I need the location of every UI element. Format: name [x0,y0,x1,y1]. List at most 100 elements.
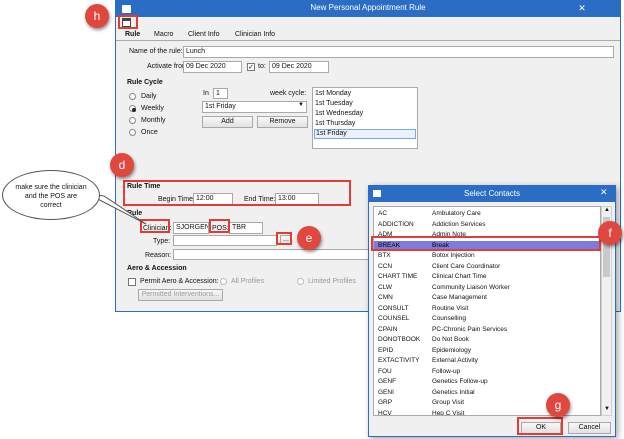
list-item[interactable]: 1st Monday [315,90,351,97]
marker-h: h [85,4,109,28]
limited-profiles-label: Limited Profiles [308,278,356,285]
contact-code: DONOTBOOK [378,336,421,343]
remove-button[interactable]: Remove [257,116,308,128]
contact-code: GENF [378,378,397,385]
table-row[interactable]: COUNSEL Counselling [374,314,600,325]
contact-code: AC [378,210,388,217]
list-item[interactable]: 1st Wednesday [315,110,363,117]
table-row[interactable]: AC Ambulatory Care [374,209,600,220]
pos-field[interactable]: TBR [229,222,263,234]
radio-once[interactable] [129,129,136,136]
contact-code: CMN [378,294,393,301]
radio-monthly[interactable] [129,117,136,124]
rule-time-highlight-box [123,180,351,206]
add-button[interactable]: Add [202,116,253,128]
contact-code: COUNSEL [378,315,410,322]
reason-field[interactable] [173,249,371,260]
week-cycle-field[interactable]: 1 [213,88,228,99]
to-date-field[interactable]: 09 Dec 2020 [269,61,329,73]
table-row[interactable]: CONSULT Routine Visit [374,304,600,315]
pos-highlight-box [209,219,230,233]
contact-name: Genetics Initial [432,388,475,396]
permit-aero-checkbox[interactable] [128,278,136,286]
contact-code: EPID [378,346,394,354]
list-item[interactable]: 1st Thursday [315,120,355,127]
close-icon[interactable]: ✕ [600,187,608,198]
table-row[interactable]: FOU Follow-up [374,367,600,378]
contact-name: Genetics Follow-up [432,378,488,385]
contact-code: EXTACTIVITY [378,357,420,364]
tab-rule[interactable]: Rule [125,31,140,38]
table-row[interactable]: GENF Genetics Follow-up [374,377,600,388]
permitted-interventions-button[interactable]: Permitted Interventions... [138,289,223,301]
marker-f: f [598,221,622,245]
cancel-button[interactable]: Cancel [568,422,611,434]
scroll-down-icon[interactable]: ▼ [604,406,610,412]
contact-code: CONSULT [378,304,409,312]
table-row[interactable]: CHART TIME Clinical Chart Time [374,272,600,283]
radio-daily[interactable] [129,93,136,100]
callout-text: make sure the clinician and the POS are … [15,184,87,209]
clinician-field[interactable]: SJORGEN [173,222,209,234]
tab-client-info[interactable]: Client Info [188,31,220,38]
contact-code: CLW [378,283,392,291]
chevron-down-icon[interactable]: ▼ [298,102,304,108]
radio-daily-label: Daily [141,93,157,100]
table-row[interactable]: ADDICTION Addiction Services [374,220,600,231]
to-label: to: [258,63,266,70]
table-row[interactable]: DONOTBOOK Do Not Book [374,335,600,346]
all-profiles-label: All Profiles [231,278,265,285]
table-row[interactable]: BTX Botox Injection [374,251,600,262]
contact-name: Follow-up [432,367,461,375]
contact-name: Epidemiology [432,346,472,354]
ok-highlight-box [517,417,563,435]
list-item[interactable]: 1st Tuesday [315,100,353,107]
break-row-highlight-box [371,236,601,251]
from-date-field[interactable]: 09 Dec 2020 [183,61,242,73]
contact-code: CHART TIME [378,273,418,280]
rule-cycle-heading: Rule Cycle [127,79,163,86]
rule-name-field[interactable]: Lunch [183,46,614,58]
toolbar [116,17,620,29]
contact-name: Do Not Book [432,336,469,343]
list-item-selected[interactable]: 1st Friday [314,129,416,139]
contact-name: Counselling [432,315,466,322]
radio-weekly-label: Weekly [141,105,164,112]
day-select[interactable]: 1st Friday [202,101,307,113]
tab-bar: Rule Macro Client Info Clinician Info [116,29,620,41]
table-row[interactable]: CCN Client Care Coordinator [374,262,600,273]
rule-name-label: Name of the rule: [129,48,183,55]
close-icon[interactable]: ✕ [576,1,588,15]
cycle-list[interactable]: 1st Monday 1st Tuesday 1st Wednesday 1st… [312,87,418,149]
tab-macro[interactable]: Macro [154,31,173,38]
week-cycle-label: week cycle: [270,90,307,97]
scroll-up-icon[interactable]: ▲ [604,207,610,213]
contact-code: CCN [378,262,393,270]
save-highlight-box [118,15,138,29]
select-contacts-dialog: Select Contacts ✕ AC Ambulatory Care ADDIC… [368,185,616,437]
tab-clinician-info[interactable]: Clinician Info [235,31,275,38]
contact-name: Community Liaison Worker [432,283,510,291]
contact-code: BTX [378,252,391,259]
table-row[interactable]: CPAIN PC-Chronic Pain Services [374,325,600,336]
contact-name: Case Management [432,294,487,301]
table-row[interactable]: CMN Case Management [374,293,600,304]
table-row[interactable]: CLW Community Liaison Worker [374,283,600,294]
type-label: Type: [153,238,171,245]
contact-name: Clinical Chart Time [432,273,487,280]
radio-weekly[interactable] [129,105,136,112]
to-date-checkbox[interactable]: ✓ [247,63,255,71]
contact-name: External Activity [432,357,478,364]
permit-aero-label: Permit Aero & Accession: [140,278,219,285]
callout-note: make sure the clinician and the POS are … [2,170,100,220]
type-field[interactable] [173,235,277,246]
marker-e: e [297,226,321,250]
table-row[interactable]: EXTACTIVITY External Activity [374,356,600,367]
contact-code: CPAIN [378,325,398,333]
contact-name: Botox Injection [432,252,475,259]
contact-name: Addiction Services [432,220,486,228]
radio-all-profiles[interactable] [220,278,227,285]
browse-highlight-box [276,232,292,245]
table-row[interactable]: EPID Epidemiology [374,346,600,357]
radio-limited-profiles[interactable] [297,278,304,285]
